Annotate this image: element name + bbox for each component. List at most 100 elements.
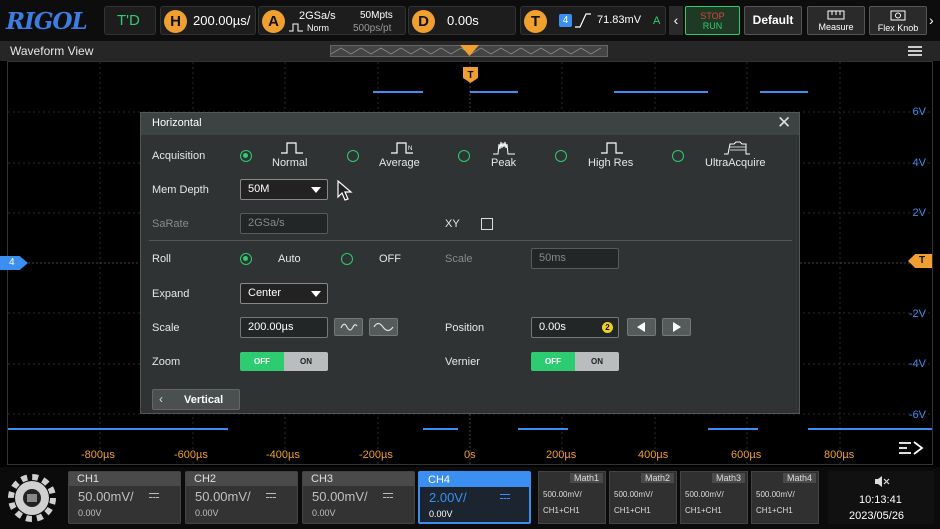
scale-coarse-button[interactable] [369,318,398,336]
xy-label: XY [445,218,460,230]
stop-label: STOP [700,11,725,21]
x-label: 800µs [824,449,855,461]
d-icon: D [412,10,435,33]
position-value: 0.00s [539,321,566,333]
acq-peak-radio[interactable] [458,150,470,162]
zoom-toggle[interactable]: OFF ON [240,352,328,371]
expand-select[interactable]: Center [240,283,328,304]
stop-run-button[interactable]: STOP RUN [685,6,740,35]
fine-wave-icon [340,323,358,331]
position-field[interactable]: 0.00s 2 [531,317,619,338]
default-button[interactable]: Default [744,6,802,35]
trigger-t-marker: T [463,67,478,83]
status-clock-panel[interactable]: 10:13:41 2023/05/26 [828,471,934,524]
horizontal-dialog: Horizontal ✕ Acquisition Normal N Averag… [140,112,800,414]
vernier-label: Vernier [445,356,480,368]
math1-scale: 500.00mV/ [543,490,582,499]
dialog-divider [149,240,792,241]
waveform-view-title: Waveform View [10,44,94,58]
math4-panel[interactable]: Math4 500.00mV/ CH1+CH1 [751,471,819,524]
acquire-box[interactable]: A 2GSa/s Norm 50Mpts 500ps/pt [258,6,406,35]
triangle-right-icon [673,322,681,332]
memdepth-value: 50M [248,183,270,195]
flex-knob-label: Flex Knob [877,23,919,33]
position-label: Position [445,322,485,334]
acq-mode: Norm [307,23,329,33]
acq-normal-radio[interactable] [240,150,252,162]
scale-label: Scale [152,322,180,334]
chevron-left-icon: ‹ [159,392,163,406]
math1-panel[interactable]: Math1 500.00mV/ CH1+CH1 [538,471,606,524]
expand-label: Expand [152,288,190,300]
ch4-panel[interactable]: CH4 2.00V/ 0.00V [418,471,531,524]
knob-2-badge: 2 [602,322,613,333]
coarse-wave-icon [373,322,394,332]
memdepth-select[interactable]: 50M [240,179,328,200]
roll-off-radio[interactable] [341,253,353,265]
ch3-scale: 50.00mV/ [312,489,368,504]
x-label: -400µs [266,449,300,461]
mouse-cursor-icon [337,180,353,201]
math4-title: Math4 [782,473,816,483]
vernier-toggle[interactable]: OFF ON [531,352,619,371]
measure-button[interactable]: Measure [807,6,865,35]
ch3-title: CH3 [303,472,414,486]
acq-highres-radio[interactable] [555,150,567,162]
speaker-muted-icon [875,476,890,487]
acq-ultraacquire-label: UltraAcquire [705,157,766,169]
flex-knob-button[interactable]: Flex Knob [869,6,927,35]
math3-title: Math3 [711,473,745,483]
coupling-dc-icon [383,493,393,498]
math4-source: CH1+CH1 [756,506,793,515]
x-label: 200µs [546,449,577,461]
math3-scale: 500.00mV/ [685,490,724,499]
position-left-button[interactable] [627,318,656,336]
vernier-on-option: ON [575,352,619,371]
math2-panel[interactable]: Math2 500.00mV/ CH1+CH1 [609,471,677,524]
close-icon[interactable]: ✕ [777,114,791,132]
vertical-button[interactable]: ‹ Vertical [152,389,240,410]
roll-scale-field: 50ms [531,248,619,269]
scroll-left-button[interactable]: ‹ [669,6,683,35]
roll-label: Roll [152,253,171,265]
dialog-title: Horizontal [152,117,202,129]
ch1-panel[interactable]: CH1 50.00mV/ 0.00V [68,471,181,524]
delay-box[interactable]: D 0.00s [408,6,516,35]
scroll-right-button[interactable]: › [929,6,940,35]
home-gear-icon[interactable] [6,473,58,523]
math3-panel[interactable]: Math3 500.00mV/ CH1+CH1 [680,471,748,524]
sarate-label: SaRate [152,218,189,230]
trigger-status-box[interactable]: T'D [104,6,156,35]
math2-source: CH1+CH1 [614,506,651,515]
x-label: 400µs [638,449,669,461]
clock-date: 2023/05/26 [849,510,905,522]
xy-checkbox[interactable] [481,218,493,230]
horizontal-scale: 200.00µs/ [193,13,251,28]
position-right-button[interactable] [662,318,691,336]
ch4-title: CH4 [420,473,531,487]
expand-value: Center [248,287,282,299]
acq-ultraacquire-radio[interactable] [672,150,684,162]
trigger-source-badge: 4 [559,14,572,27]
a-icon: A [262,10,285,33]
horizontal-box[interactable]: H 200.00µs/ [160,6,256,35]
y-label-neg4v: -4V [908,358,926,370]
hamburger-menu-icon[interactable] [908,46,922,56]
scale-fine-button[interactable] [334,318,363,336]
scale-field[interactable]: 200.00µs [240,317,328,338]
ch3-panel[interactable]: CH3 50.00mV/ 0.00V [302,471,415,524]
top-toolbar: RIGOL T'D H 200.00µs/ A 2GSa/s Norm 50Mp… [0,0,940,41]
peak-mode-icon [493,141,515,155]
trigger-box[interactable]: T 4 71.83mV A [520,6,666,35]
roll-auto-radio[interactable] [240,253,252,265]
y-label-neg6v: -6V [908,409,926,421]
triangle-left-icon [637,322,645,332]
zoom-on-option: ON [284,352,328,371]
ch1-title: CH1 [69,472,180,486]
roll-off-label: OFF [379,253,401,265]
menu-collapse-icon[interactable] [897,439,925,457]
ch3-offset: 0.00V [312,508,336,518]
y-label-4v: 4V [912,157,926,169]
acq-average-radio[interactable] [347,150,359,162]
ch2-panel[interactable]: CH2 50.00mV/ 0.00V [185,471,298,524]
